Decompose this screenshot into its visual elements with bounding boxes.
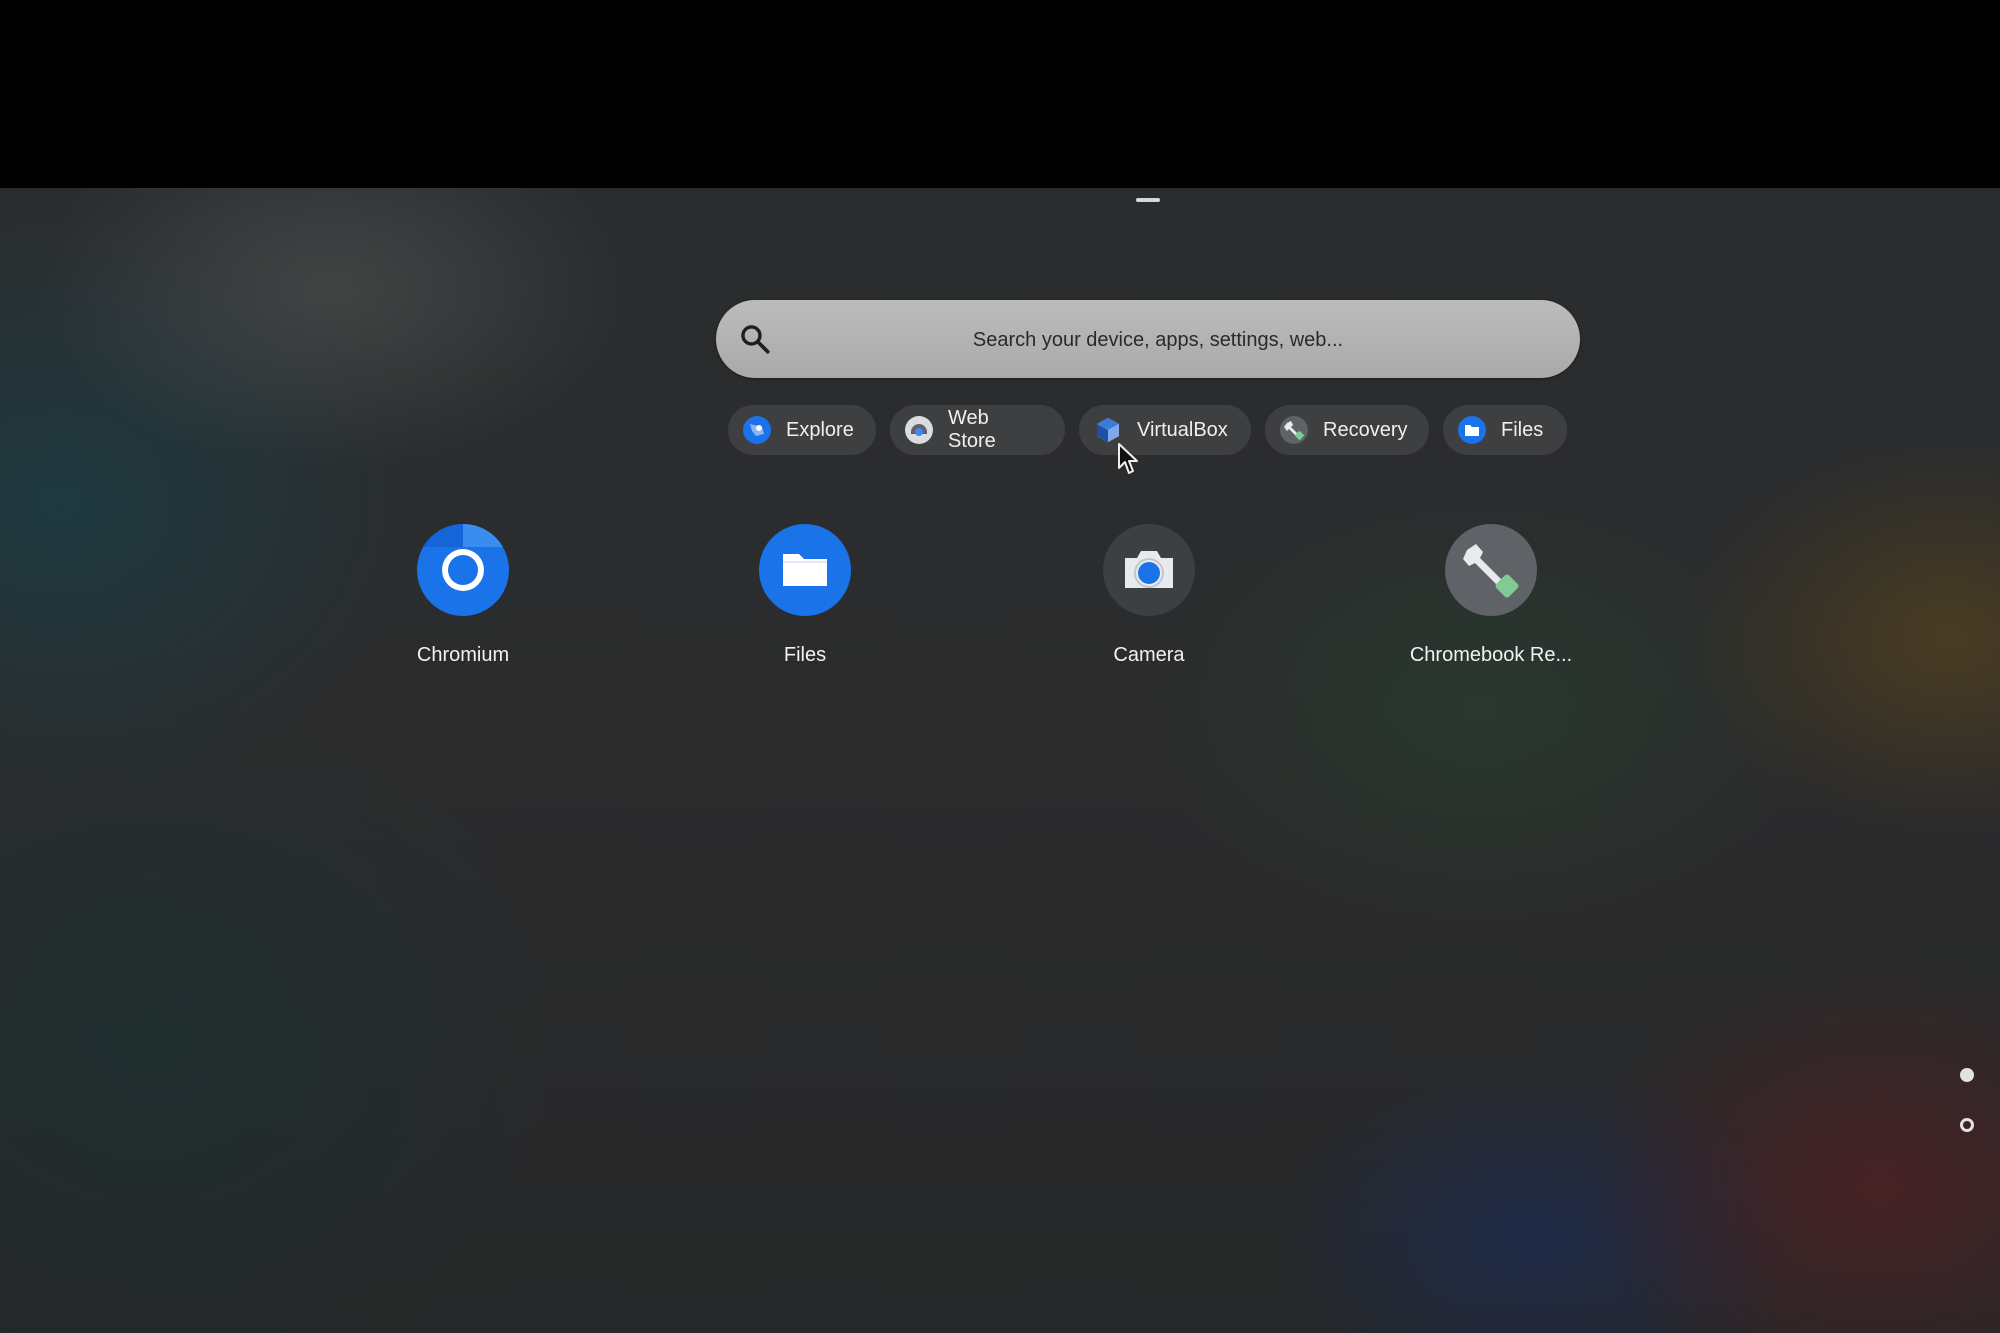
chromebook-recovery-icon	[1445, 524, 1537, 616]
files-icon	[759, 524, 851, 616]
suggestion-chip-label: Web Store	[948, 407, 996, 452]
virtualbox-icon	[1097, 418, 1119, 442]
app-label: Files	[783, 644, 827, 666]
app-files[interactable]: Files	[705, 522, 905, 667]
mouse-pointer-icon	[1118, 443, 1138, 474]
search-icon	[741, 325, 770, 354]
app-label: Chromium	[416, 644, 510, 666]
files-icon	[1458, 416, 1486, 444]
app-chromebook-recovery[interactable]: Chromebook Re...	[1391, 522, 1591, 667]
suggestion-chip-recovery[interactable]: Recovery	[1265, 405, 1429, 455]
search-input[interactable]	[806, 300, 1510, 380]
suggestion-chip-label: Recovery	[1323, 418, 1408, 441]
suggestion-chip-files[interactable]: Files	[1443, 405, 1567, 455]
suggestion-chips: Explore Web Store VirtualBox Recovery Fi…	[728, 405, 1567, 455]
recovery-icon	[1280, 416, 1308, 444]
top-bezel	[0, 0, 2000, 188]
suggestion-chip-label: Files	[1501, 418, 1544, 441]
app-label: Chromebook Re...	[1409, 644, 1573, 666]
explore-icon	[743, 416, 771, 444]
launcher-drag-handle[interactable]	[1136, 198, 1160, 202]
suggestion-chip-label: VirtualBox	[1137, 418, 1228, 441]
app-camera[interactable]: Camera	[1049, 522, 1249, 667]
suggestion-chip-explore[interactable]: Explore	[728, 405, 876, 455]
page-indicator-dot[interactable]	[1960, 1118, 1974, 1132]
suggestion-chip-web-store[interactable]: Web Store	[890, 405, 1065, 455]
web-store-icon	[905, 416, 933, 444]
app-chromium[interactable]: Chromium	[363, 522, 563, 667]
camera-icon	[1103, 524, 1195, 616]
suggestion-chip-virtualbox[interactable]: VirtualBox	[1079, 405, 1251, 455]
chromium-icon	[417, 523, 509, 616]
page-indicator-dot-active[interactable]	[1960, 1068, 1974, 1082]
launcher-search-box[interactable]	[716, 300, 1580, 380]
suggestion-chip-label: Explore	[786, 418, 854, 441]
app-label: Camera	[1113, 644, 1185, 666]
